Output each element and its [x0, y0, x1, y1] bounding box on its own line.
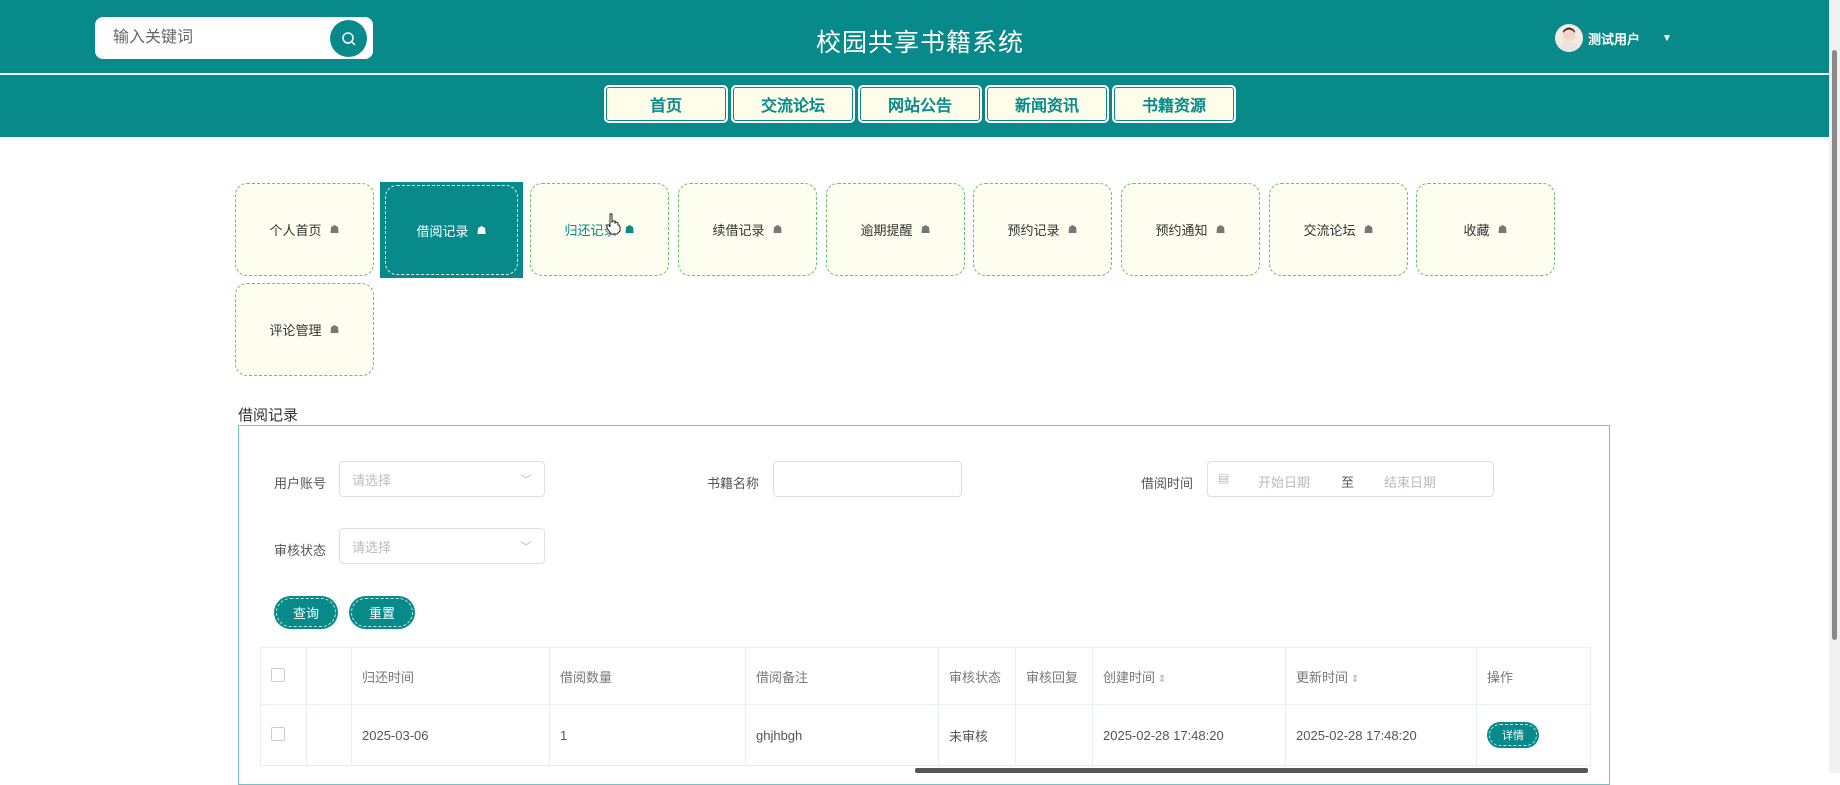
sort-icon[interactable]: ⇕ — [1158, 674, 1166, 685]
query-button[interactable]: 查询 — [274, 596, 338, 629]
cell-remark: ghjhbgh — [745, 704, 939, 766]
tab-label: 预约记录 — [1007, 223, 1060, 238]
tab-reservation-records[interactable]: 预约记录 ☗ — [973, 183, 1112, 276]
row-index-cell — [306, 704, 352, 766]
mouse-cursor-icon — [606, 213, 621, 235]
start-date-input[interactable]: 开始日期 — [1258, 472, 1310, 491]
nav-forum[interactable]: 交流论坛 — [731, 85, 855, 123]
tab-favorites[interactable]: 收藏 ☗ — [1416, 183, 1555, 276]
cell-action: 详情 — [1476, 704, 1591, 766]
select-placeholder: 请选择 — [352, 539, 392, 555]
home-icon: ☗ — [1067, 224, 1078, 236]
tab-reservation-notices[interactable]: 预约通知 ☗ — [1121, 183, 1260, 276]
main-nav: 首页 交流论坛 网站公告 新闻资讯 书籍资源 — [0, 75, 1840, 137]
home-icon: ☗ — [772, 224, 783, 236]
tab-label: 借阅记录 — [416, 223, 469, 239]
nav-news[interactable]: 新闻资讯 — [985, 85, 1109, 123]
audit-status-select[interactable]: 请选择 ﹀ — [339, 528, 545, 564]
col-created[interactable]: 创建时间 ⇕ — [1092, 647, 1286, 705]
cell-return-time: 2025-03-06 — [351, 704, 550, 766]
index-header — [306, 647, 352, 705]
home-icon: ☗ — [1215, 224, 1226, 236]
home-icon: ☗ — [329, 324, 340, 336]
tab-label: 交流论坛 — [1303, 223, 1356, 238]
col-remark: 借阅备注 — [745, 647, 939, 705]
range-separator: 至 — [1341, 475, 1355, 490]
tab-label: 逾期提醒 — [860, 223, 913, 238]
detail-button[interactable]: 详情 — [1487, 722, 1539, 748]
chevron-down-icon: ﹀ — [519, 473, 532, 487]
chevron-down-icon: ﹀ — [519, 540, 532, 554]
col-audit-reply: 审核回复 — [1015, 647, 1093, 705]
home-icon: ☗ — [329, 224, 340, 236]
cell-created: 2025-02-28 17:48:20 — [1092, 704, 1286, 766]
col-updated[interactable]: 更新时间 ⇕ — [1285, 647, 1477, 705]
row-select-cell — [260, 704, 307, 766]
sort-icon[interactable]: ⇕ — [1351, 674, 1359, 685]
tab-return-records[interactable]: 归还记录 ☗ — [530, 183, 669, 276]
calendar-icon: ▤ — [1218, 471, 1230, 485]
user-name: 测试用户 — [1588, 31, 1641, 47]
select-all-checkbox[interactable] — [271, 667, 285, 682]
tab-label: 预约通知 — [1155, 223, 1208, 238]
horizontal-scrollbar[interactable] — [915, 768, 1588, 773]
tab-overdue-reminders[interactable]: 逾期提醒 ☗ — [826, 183, 965, 276]
tab-label: 个人首页 — [269, 223, 322, 238]
reset-button[interactable]: 重置 — [349, 596, 415, 629]
row-checkbox[interactable] — [271, 726, 285, 741]
caret-down-icon: ▼ — [1662, 32, 1672, 44]
select-placeholder: 请选择 — [352, 472, 392, 488]
home-icon: ☗ — [624, 224, 635, 236]
tab-forum[interactable]: 交流论坛 ☗ — [1269, 183, 1408, 276]
end-date-input[interactable]: 结束日期 — [1384, 472, 1436, 491]
tab-label: 收藏 — [1463, 223, 1490, 238]
user-account-select[interactable]: 请选择 ﹀ — [339, 461, 545, 497]
tab-borrow-records[interactable]: 借阅记录 ☗ — [380, 182, 523, 278]
cell-audit-status: 未审核 — [938, 704, 1016, 766]
nav-announcements[interactable]: 网站公告 — [858, 85, 982, 123]
user-menu[interactable]: 测试用户 ▼ — [1555, 24, 1672, 52]
cell-audit-reply — [1015, 704, 1093, 766]
home-icon: ☗ — [476, 224, 487, 237]
records-panel: 用户账号 请选择 ﹀ 书籍名称 借阅时间 ▤ 开始日期 至 结束日期 审核状态 … — [238, 425, 1610, 785]
tab-comment-management[interactable]: 评论管理 ☗ — [235, 283, 374, 376]
tab-renew-records[interactable]: 续借记录 ☗ — [678, 183, 817, 276]
home-icon: ☗ — [1363, 224, 1374, 236]
table-row: 2025-03-06 1 ghjhbgh 未审核 2025-02-28 17:4… — [260, 704, 1591, 766]
tab-personal-home[interactable]: 个人首页 ☗ — [235, 183, 374, 276]
home-icon: ☗ — [920, 224, 931, 236]
col-return-time: 归还时间 — [351, 647, 550, 705]
book-name-input[interactable] — [773, 461, 962, 497]
book-name-label: 书籍名称 — [707, 476, 760, 491]
nav-book-resources[interactable]: 书籍资源 — [1112, 85, 1236, 123]
col-quantity: 借阅数量 — [549, 647, 746, 705]
home-icon: ☗ — [1497, 224, 1508, 236]
table-header-row: 归还时间 借阅数量 借阅备注 审核状态 审核回复 创建时间 ⇕ 更新时间 ⇕ 操作 — [260, 647, 1591, 705]
col-action: 操作 — [1476, 647, 1591, 705]
audit-status-label: 审核状态 — [274, 543, 327, 558]
vertical-scrollbar[interactable] — [1829, 0, 1840, 773]
scrollbar-thumb[interactable] — [1832, 50, 1837, 640]
borrow-time-label: 借阅时间 — [1141, 476, 1194, 491]
borrow-date-range[interactable]: ▤ 开始日期 至 结束日期 — [1207, 461, 1494, 497]
avatar — [1555, 24, 1583, 52]
col-audit-status: 审核状态 — [938, 647, 1016, 705]
tab-label: 评论管理 — [269, 323, 322, 338]
cell-quantity: 1 — [549, 704, 746, 766]
cell-updated: 2025-02-28 17:48:20 — [1285, 704, 1477, 766]
user-account-label: 用户账号 — [274, 476, 327, 491]
records-table: 归还时间 借阅数量 借阅备注 审核状态 审核回复 创建时间 ⇕ 更新时间 ⇕ 操作 … — [260, 647, 1591, 766]
top-header: 校园共享书籍系统 测试用户 ▼ — [0, 0, 1840, 74]
tab-label: 续借记录 — [712, 223, 765, 238]
nav-home[interactable]: 首页 — [604, 85, 728, 123]
section-title: 借阅记录 — [238, 407, 299, 424]
select-all-cell — [260, 647, 307, 705]
